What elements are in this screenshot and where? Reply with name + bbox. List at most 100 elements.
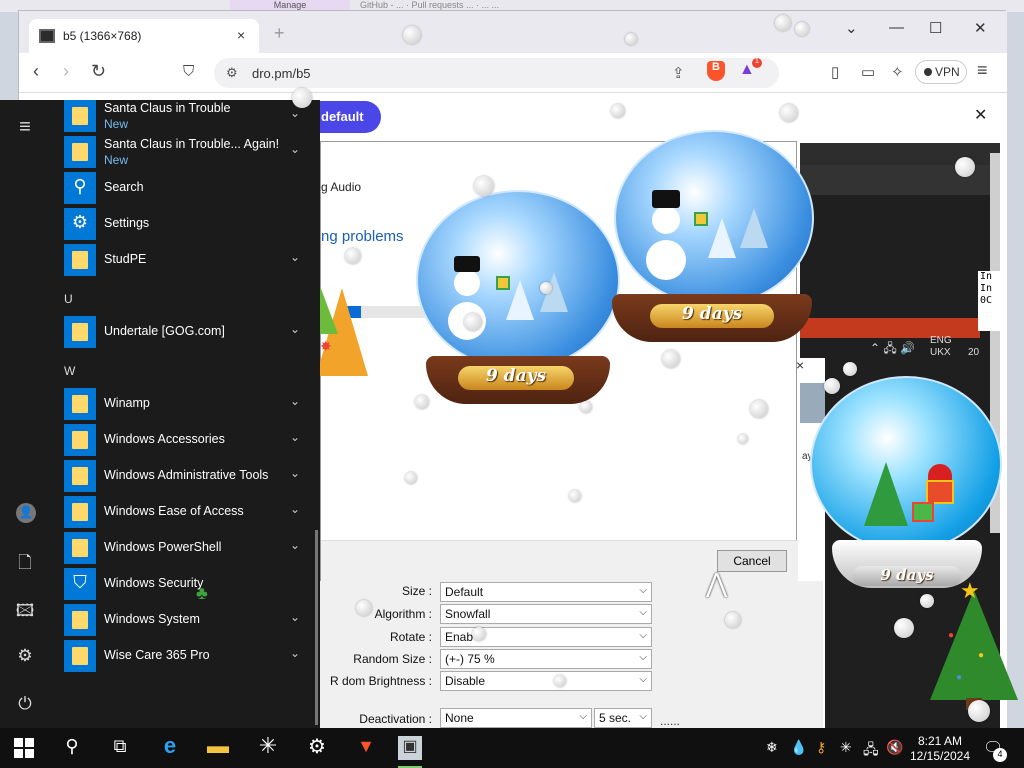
more-options-link[interactable]: ...... (660, 714, 680, 728)
pictures-icon[interactable]: 🖾 (14, 598, 36, 627)
terminal-line: In (980, 271, 993, 282)
search-icon[interactable]: ⚲ (60, 736, 84, 760)
chevron-down-icon[interactable]: ⌄ (290, 394, 300, 408)
chevron-down-icon[interactable]: ⌄ (290, 538, 300, 552)
leo-icon[interactable]: ✧ (891, 63, 904, 81)
snow-globe-widget[interactable]: 9 days (808, 376, 1004, 596)
settings-icon[interactable]: ⚙ (14, 646, 36, 666)
background-tab[interactable]: Manage (230, 0, 350, 10)
site-settings-icon[interactable]: ⚙ (226, 65, 238, 81)
deactivation-select[interactable]: None ⌵ (440, 708, 592, 728)
start-scrollbar[interactable] (315, 530, 318, 725)
start-button[interactable] (14, 738, 34, 758)
tab-close-icon[interactable]: × (237, 27, 245, 43)
dialog-problems-link[interactable]: ng problems (321, 228, 404, 245)
app-santa-claus-in-trouble[interactable]: Santa Claus in Trouble New ⌄ (64, 100, 314, 132)
gift-icon (694, 212, 708, 226)
documents-icon[interactable]: 🗋 (14, 550, 36, 579)
chevron-down-icon[interactable]: ⌄ (290, 322, 300, 336)
hamburger-icon[interactable]: ≡ (14, 116, 36, 139)
app-windows-powershell[interactable]: Windows PowerShell ⌄ (64, 532, 314, 564)
maximize-button[interactable]: ☐ (929, 19, 942, 37)
settings-tile: ⚙ (64, 208, 96, 240)
url-text[interactable]: dro.pm/b5 (252, 66, 311, 81)
gift-icon (912, 502, 934, 522)
clock-time: 8:21 AM (917, 734, 963, 748)
minimize-button[interactable]: — (889, 19, 904, 36)
page-close-icon[interactable]: ✕ (974, 105, 987, 125)
language-indicator[interactable]: ENG UKX (930, 335, 952, 359)
random-size-select[interactable]: (+-) 75 % ⌵ (440, 649, 652, 669)
snow-app-icon[interactable]: ✳ (256, 733, 280, 758)
brave-icon[interactable]: ▼ (354, 736, 378, 760)
settings-icon[interactable]: ⚙ (305, 734, 329, 758)
sidebar-icon[interactable]: ▯ (831, 63, 839, 81)
vpn-button[interactable]: VPN (915, 60, 967, 84)
drop-tray-icon[interactable]: 💧 (790, 739, 807, 756)
user-avatar-icon[interactable]: 👤 (16, 503, 36, 523)
christmas-tree-icon (864, 462, 908, 526)
network-icon[interactable]: 🖧 (863, 739, 879, 763)
cancel-button[interactable]: Cancel (717, 550, 787, 572)
chevron-down-icon[interactable]: ⌄ (290, 502, 300, 516)
address-bar[interactable]: ⚙ dro.pm/b5 ⇪ (214, 58, 779, 88)
app-santa-claus-again[interactable]: Santa Claus in Trouble... Again! New ⌄ (64, 136, 314, 168)
power-icon[interactable]: ⏻ (14, 694, 36, 714)
app-search[interactable]: ⚲ Search (64, 172, 314, 204)
chevron-down-icon[interactable]: ⌄ (290, 142, 300, 156)
tab-list-icon[interactable]: ⌄ (845, 19, 858, 37)
edge-icon[interactable]: e (158, 733, 182, 758)
default-button[interactable]: default (315, 101, 381, 133)
background-tab[interactable]: GitHub - ... · Pull requests ... · ... .… (360, 0, 690, 10)
app-studpe[interactable]: StudPE ⌄ (64, 244, 314, 276)
brave-shield-icon[interactable]: B (707, 61, 725, 81)
chevron-down-icon[interactable]: ⌄ (290, 106, 300, 120)
app-undertale[interactable]: Undertale [GOG.com] ⌄ (64, 316, 314, 348)
app-windows-accessories[interactable]: Windows Accessories ⌄ (64, 424, 314, 456)
deactivation-time-select[interactable]: 5 sec. ⌵ (594, 708, 652, 728)
app-winamp[interactable]: Winamp ⌄ (64, 388, 314, 420)
app-wise-care-365[interactable]: Wise Care 365 Pro ⌄ (64, 640, 314, 672)
app-windows-admin-tools[interactable]: Windows Administrative Tools ⌄ (64, 460, 314, 492)
forward-icon[interactable]: › (63, 61, 69, 82)
clock[interactable]: 8:21 AM 12/15/2024 (900, 734, 980, 764)
file-explorer-icon[interactable]: ▬ (206, 733, 230, 758)
vpn-status-icon (924, 68, 932, 76)
section-letter-u[interactable]: U (64, 292, 73, 306)
active-tab[interactable]: b5 (1366×768) × (29, 19, 259, 53)
section-letter-w[interactable]: W (64, 364, 75, 378)
back-icon[interactable]: ‹ (33, 61, 39, 82)
key-tray-icon[interactable]: ⚷ (816, 739, 826, 756)
app-settings[interactable]: ⚙ Settings (64, 208, 314, 240)
chevron-down-icon[interactable]: ⌄ (290, 430, 300, 444)
deactivation-label: Deactivation : (359, 712, 432, 726)
snow-globe-widget[interactable]: 9 days (610, 130, 820, 350)
snow-globe-widget[interactable]: 9 days (410, 190, 630, 420)
snow-tray-icon[interactable]: ❄ (766, 739, 778, 756)
bookmark-icon[interactable]: ⛉ (183, 63, 194, 80)
size-select[interactable]: Default ⌵ (440, 582, 652, 602)
reload-icon[interactable]: ↻ (91, 61, 106, 82)
deactivation-time-value: 5 sec. (599, 711, 632, 725)
task-view-icon[interactable]: ⧉ (108, 736, 132, 760)
chevron-down-icon[interactable]: ⌄ (290, 466, 300, 480)
random-brightness-select[interactable]: Disable ⌵ (440, 671, 652, 691)
chevron-down-icon[interactable]: ⌄ (290, 646, 300, 660)
chevron-down-icon[interactable]: ⌄ (290, 610, 300, 624)
random-size-label: Random Size : (353, 652, 432, 666)
share-icon[interactable]: ⇪ (672, 64, 685, 82)
app-windows-security[interactable]: ⛉ Windows Security (64, 568, 314, 600)
algorithm-select[interactable]: Snowfall ⌵ (440, 604, 652, 624)
close-window-button[interactable]: ✕ (974, 19, 987, 37)
snowflake-tray-icon[interactable]: ✳ (840, 739, 852, 756)
wallet-icon[interactable]: ▭ (861, 63, 875, 81)
subwindow-close-icon[interactable]: × (796, 357, 804, 373)
days-counter-label: 9 days (458, 366, 574, 390)
chevron-down-icon[interactable]: ⌄ (290, 250, 300, 264)
app-label: Windows Ease of Access (104, 504, 244, 518)
new-tab-button[interactable]: + (274, 23, 285, 44)
app-window-icon[interactable]: ▣ (398, 736, 422, 760)
menu-icon[interactable]: ≡ (977, 60, 988, 81)
app-windows-ease-of-access[interactable]: Windows Ease of Access ⌄ (64, 496, 314, 528)
app-windows-system[interactable]: Windows System ⌄ (64, 604, 314, 636)
